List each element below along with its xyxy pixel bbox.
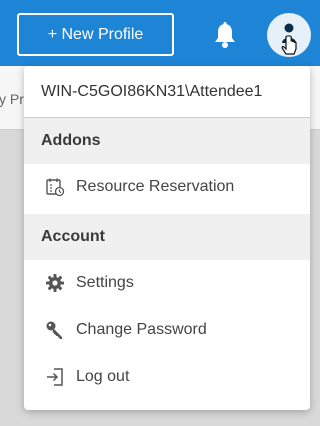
- menu-item-label: Settings: [76, 274, 134, 291]
- subbar-partial-text: y Pr: [0, 91, 24, 107]
- menu-item-change-password[interactable]: Change Password: [24, 307, 310, 353]
- menu-item-label: Resource Reservation: [76, 178, 235, 195]
- logout-icon: [44, 366, 66, 388]
- menu-item-log-out[interactable]: Log out: [24, 354, 310, 400]
- addons-heading: Addons: [24, 118, 310, 164]
- username-label: WIN-C5GOI86KN31\Attendee1: [24, 66, 310, 118]
- menu-item-resource-reservation[interactable]: Resource Reservation: [24, 164, 310, 210]
- menu-item-settings[interactable]: Settings: [24, 260, 310, 306]
- new-profile-button[interactable]: + New Profile: [17, 13, 174, 56]
- account-heading: Account: [24, 214, 310, 260]
- calendar-clock-icon: [44, 176, 66, 198]
- key-icon: [44, 319, 66, 341]
- menu-item-label: Log out: [76, 368, 130, 385]
- bell-icon[interactable]: [212, 21, 238, 49]
- user-dropdown-menu: WIN-C5GOI86KN31\Attendee1 Addons Resourc…: [24, 66, 310, 410]
- gear-icon: [44, 272, 66, 294]
- user-avatar-button[interactable]: [267, 13, 311, 57]
- menu-item-label: Change Password: [76, 321, 207, 338]
- top-bar: + New Profile: [0, 0, 320, 66]
- user-icon: [281, 23, 297, 55]
